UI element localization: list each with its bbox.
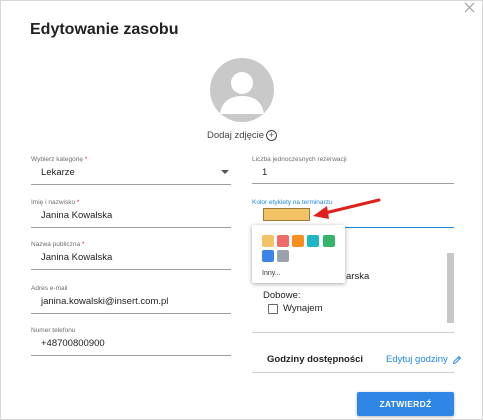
field-underline [31, 269, 231, 270]
email-value: janina.kowalski@insert.com.pl [41, 296, 169, 307]
category-value: Lekarze [41, 167, 75, 178]
public-name-label: Nazwa publiczna [31, 241, 81, 248]
daily-label: Dobowe: [263, 290, 301, 301]
close-icon[interactable] [463, 1, 477, 15]
avatar [210, 58, 274, 122]
phone-value: +48700800900 [41, 338, 105, 349]
required-mark: * [81, 241, 85, 248]
rent-label: Wynajem [283, 303, 323, 314]
palette-swatch[interactable] [262, 250, 274, 262]
email-field[interactable]: Adres e-mail janina.kowalski@insert.com.… [31, 285, 231, 315]
divider [252, 372, 454, 373]
public-name-field[interactable]: Nazwa publiczna * Janina Kowalska [31, 241, 231, 271]
scrollbar[interactable] [447, 253, 454, 323]
divider [252, 332, 454, 333]
chevron-down-icon [221, 170, 229, 174]
availability-hours-title: Godziny dostępności [267, 354, 364, 365]
palette-swatch[interactable] [292, 235, 304, 247]
required-mark: * [76, 199, 80, 206]
concurrent-label: Liczba jednoczesnych rezerwacji [252, 156, 347, 163]
edit-hours-label: Edytuj godziny [386, 354, 448, 365]
red-arrow-annotation [313, 198, 381, 219]
name-value: Janina Kowalska [41, 210, 113, 221]
name-label: Imię i nazwisko [31, 199, 76, 206]
field-underline [31, 355, 231, 356]
rent-option[interactable]: Wynajem [268, 303, 323, 314]
palette-swatch[interactable] [277, 235, 289, 247]
category-label: Wybierz kategorię [31, 156, 83, 163]
edit-hours-link[interactable]: Edytuj godziny [386, 354, 462, 365]
field-underline [31, 227, 231, 228]
email-label: Adres e-mail [31, 285, 68, 292]
submit-button[interactable]: ZATWIERDŹ [357, 392, 454, 416]
plus-circle-icon: + [266, 130, 278, 141]
pencil-icon [452, 355, 461, 364]
phone-label: Numer telefonu [31, 327, 76, 334]
partial-text: arska [346, 271, 370, 282]
name-field[interactable]: Imię i nazwisko * Janina Kowalska [31, 199, 231, 229]
edit-resource-dialog: Edytowanie zasobu Dodaj zdjęcie + Wybier… [0, 0, 483, 420]
palette-swatch[interactable] [262, 235, 274, 247]
add-photo-label: Dodaj zdjęcie [207, 130, 265, 141]
concurrent-reservations-field[interactable]: Liczba jednoczesnych rezerwacji 1 [252, 156, 454, 186]
rent-checkbox[interactable] [268, 303, 278, 314]
palette-swatch[interactable] [323, 235, 335, 247]
selected-color-swatch[interactable] [263, 208, 310, 221]
category-select[interactable]: Wybierz kategorię * Lekarze [31, 156, 231, 186]
other-color-option[interactable]: Inny... [262, 270, 281, 277]
palette-swatch[interactable] [277, 250, 289, 262]
field-underline [31, 313, 231, 314]
user-placeholder-icon [220, 72, 264, 114]
field-underline [252, 183, 454, 184]
required-mark: * [84, 156, 88, 163]
concurrent-value: 1 [262, 167, 268, 178]
public-name-value: Janina Kowalska [41, 252, 113, 263]
color-picker-popup: Inny... [252, 225, 345, 283]
field-underline [31, 184, 231, 185]
phone-field[interactable]: Numer telefonu +48700800900 [31, 327, 231, 357]
dialog-title: Edytowanie zasobu [30, 21, 179, 38]
palette-swatch[interactable] [307, 235, 319, 247]
add-photo-button[interactable]: Dodaj zdjęcie + [207, 130, 278, 141]
